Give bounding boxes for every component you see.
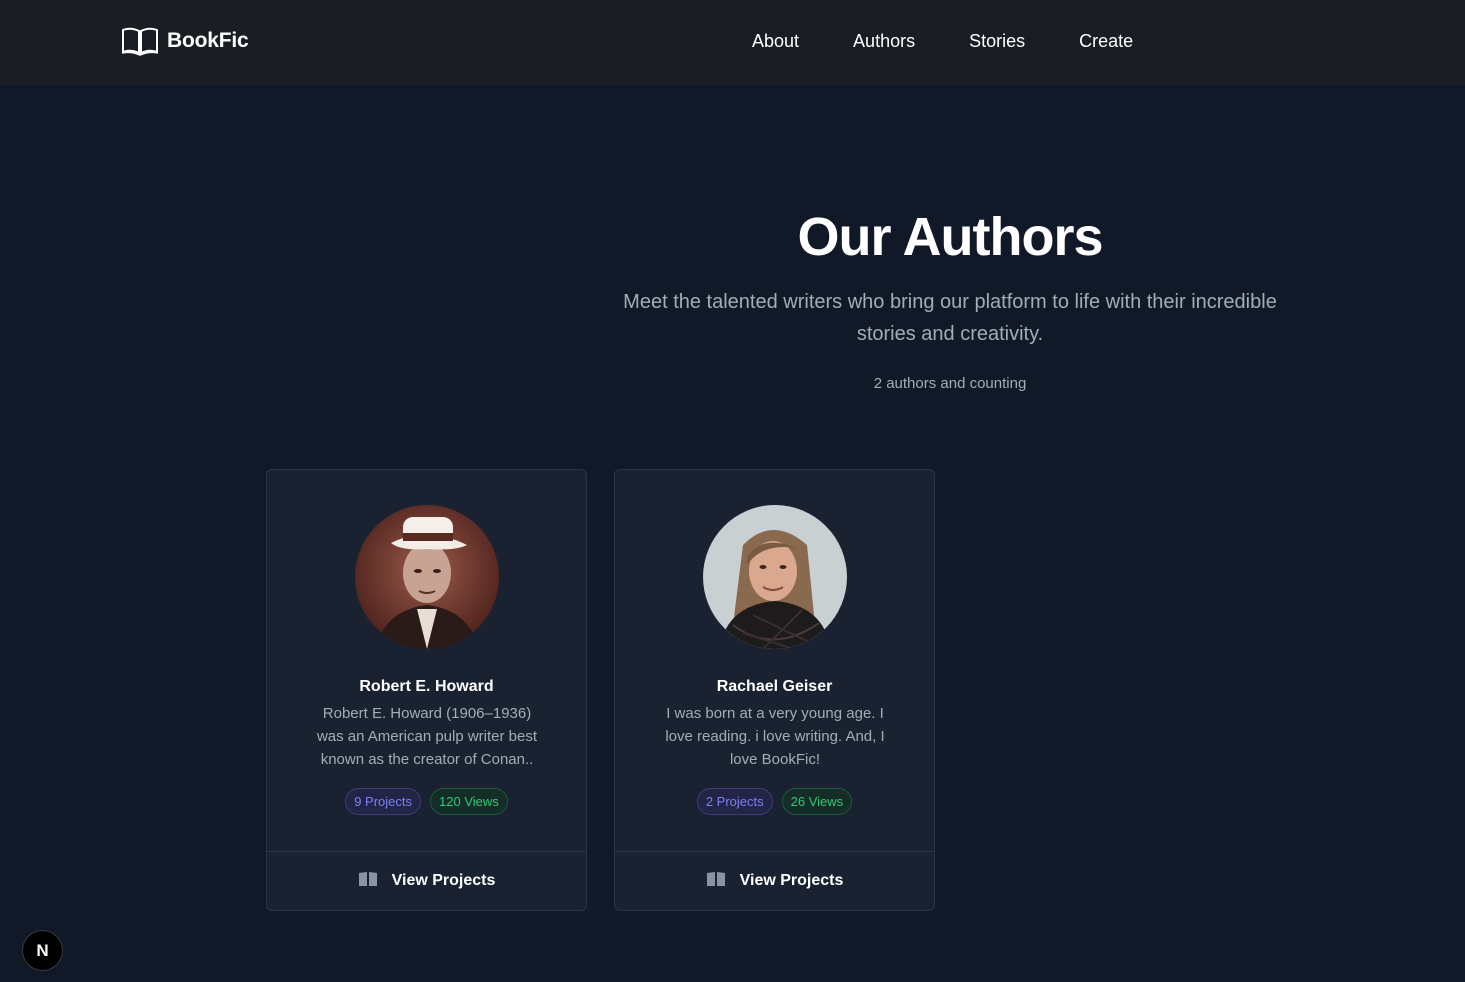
page-subtitle: Meet the talented writers who bring our …	[580, 286, 1320, 350]
author-name: Robert E. Howard	[359, 678, 494, 695]
author-bio-line: was an American pulp writer best	[316, 728, 538, 745]
views-badge: 120 Views	[430, 788, 508, 815]
author-bio: Robert E. Howard (1906–1936) was an Amer…	[297, 702, 557, 771]
view-projects-label: View Projects	[739, 872, 844, 889]
author-bio-line: Robert E. Howard (1906–1936)	[322, 705, 532, 722]
nav-authors[interactable]: Authors	[853, 29, 915, 53]
projects-badge: 2 Projects	[696, 788, 773, 815]
author-card: Robert E. Howard Robert E. Howard (1906–…	[266, 469, 587, 911]
author-name: Rachael Geiser	[716, 678, 833, 695]
book-icon	[358, 871, 378, 892]
main-nav: About Authors Stories Create	[752, 29, 1187, 53]
brand-name: BookFic	[167, 29, 249, 52]
view-projects-button[interactable]: View Projects	[615, 851, 934, 910]
book-icon	[706, 871, 726, 892]
author-avatar	[703, 505, 847, 649]
author-bio: I was born at a very young age. I love r…	[645, 702, 905, 771]
brand-logo[interactable]: BookFic	[121, 26, 249, 56]
author-avatar	[355, 505, 499, 649]
author-stats: 2 Projects 26 Views	[615, 788, 934, 815]
page-subtitle-line: stories and creativity.	[856, 323, 1044, 345]
author-card: Rachael Geiser I was born at a very youn…	[614, 469, 935, 911]
author-bio-line: I was born at a very young age. I	[666, 705, 884, 722]
site-header: BookFic About Authors Stories Create	[0, 0, 1465, 85]
page-title: Our Authors	[797, 207, 1104, 267]
view-projects-button[interactable]: View Projects	[267, 851, 586, 910]
view-projects-label: View Projects	[391, 872, 496, 889]
views-badge: 26 Views	[781, 788, 853, 815]
nav-stories[interactable]: Stories	[969, 29, 1025, 53]
nextjs-devtools-button[interactable]: N	[22, 930, 63, 971]
projects-badge: 9 Projects	[345, 788, 422, 815]
author-stats: 9 Projects 120 Views	[267, 788, 586, 815]
nextjs-logo-icon: N	[36, 940, 49, 960]
nav-about[interactable]: About	[752, 29, 799, 53]
page-subtitle-line: Meet the talented writers who bring our …	[623, 291, 1277, 313]
author-bio-line: love reading. i love writing. And, I	[665, 728, 885, 745]
authors-count: 2 authors and counting	[873, 375, 1027, 392]
open-book-icon	[121, 26, 159, 56]
author-bio-line: known as the creator of Conan..	[320, 751, 534, 768]
author-bio-line: love BookFic!	[729, 751, 821, 768]
nav-create[interactable]: Create	[1079, 29, 1133, 53]
